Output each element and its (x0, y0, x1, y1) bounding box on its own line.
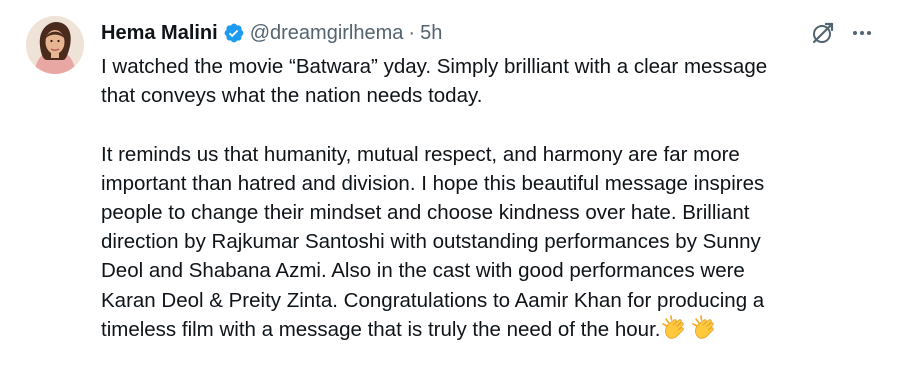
tweet[interactable]: Hema Malini @dreamgirlhema · 5h I watche… (0, 0, 902, 365)
avatar[interactable] (26, 16, 84, 74)
clapping-hands-emoji (690, 315, 720, 341)
author-name[interactable]: Hema Malini (101, 22, 218, 45)
tweet-line: I watched the movie “Batwara” yday. Simp… (101, 55, 768, 78)
tweet-line: people to change their mindset and choos… (101, 201, 750, 224)
verified-badge-icon (223, 22, 245, 44)
clapping-hands-emoji (660, 315, 690, 341)
timestamp[interactable]: 5h (420, 22, 442, 45)
author-handle[interactable]: @dreamgirlhema (250, 22, 404, 45)
tweet-line: Karan Deol & Preity Zinta. Congratulatio… (101, 288, 765, 312)
more-options-icon[interactable] (849, 20, 875, 46)
separator-dot: · (408, 21, 416, 44)
tweet-last-line: timeless film with a message that is tru… (101, 315, 891, 344)
tweet-line: Deol and Shabana Azmi. Also in the cast … (101, 259, 745, 283)
tweet-line: direction by Rajkumar Santoshi with outs… (101, 230, 761, 254)
tweet-header: Hema Malini @dreamgirlhema · 5h (101, 18, 442, 48)
tweet-paragraph: I watched the movie “Batwara” yday. Simp… (101, 52, 891, 110)
tweet-line: It reminds us that humanity, mutual resp… (101, 142, 740, 166)
tweet-line: that conveys what the nation needs today… (101, 84, 483, 108)
tweet-line: important than hatred and division. I ho… (101, 171, 765, 195)
tweet-paragraph: It reminds us that humanity, mutual resp… (101, 140, 891, 344)
tweet-line-text: timeless film with a message that is tru… (101, 317, 661, 341)
tweet-text: I watched the movie “Batwara” yday. Simp… (101, 52, 891, 344)
grok-icon[interactable] (810, 20, 836, 46)
